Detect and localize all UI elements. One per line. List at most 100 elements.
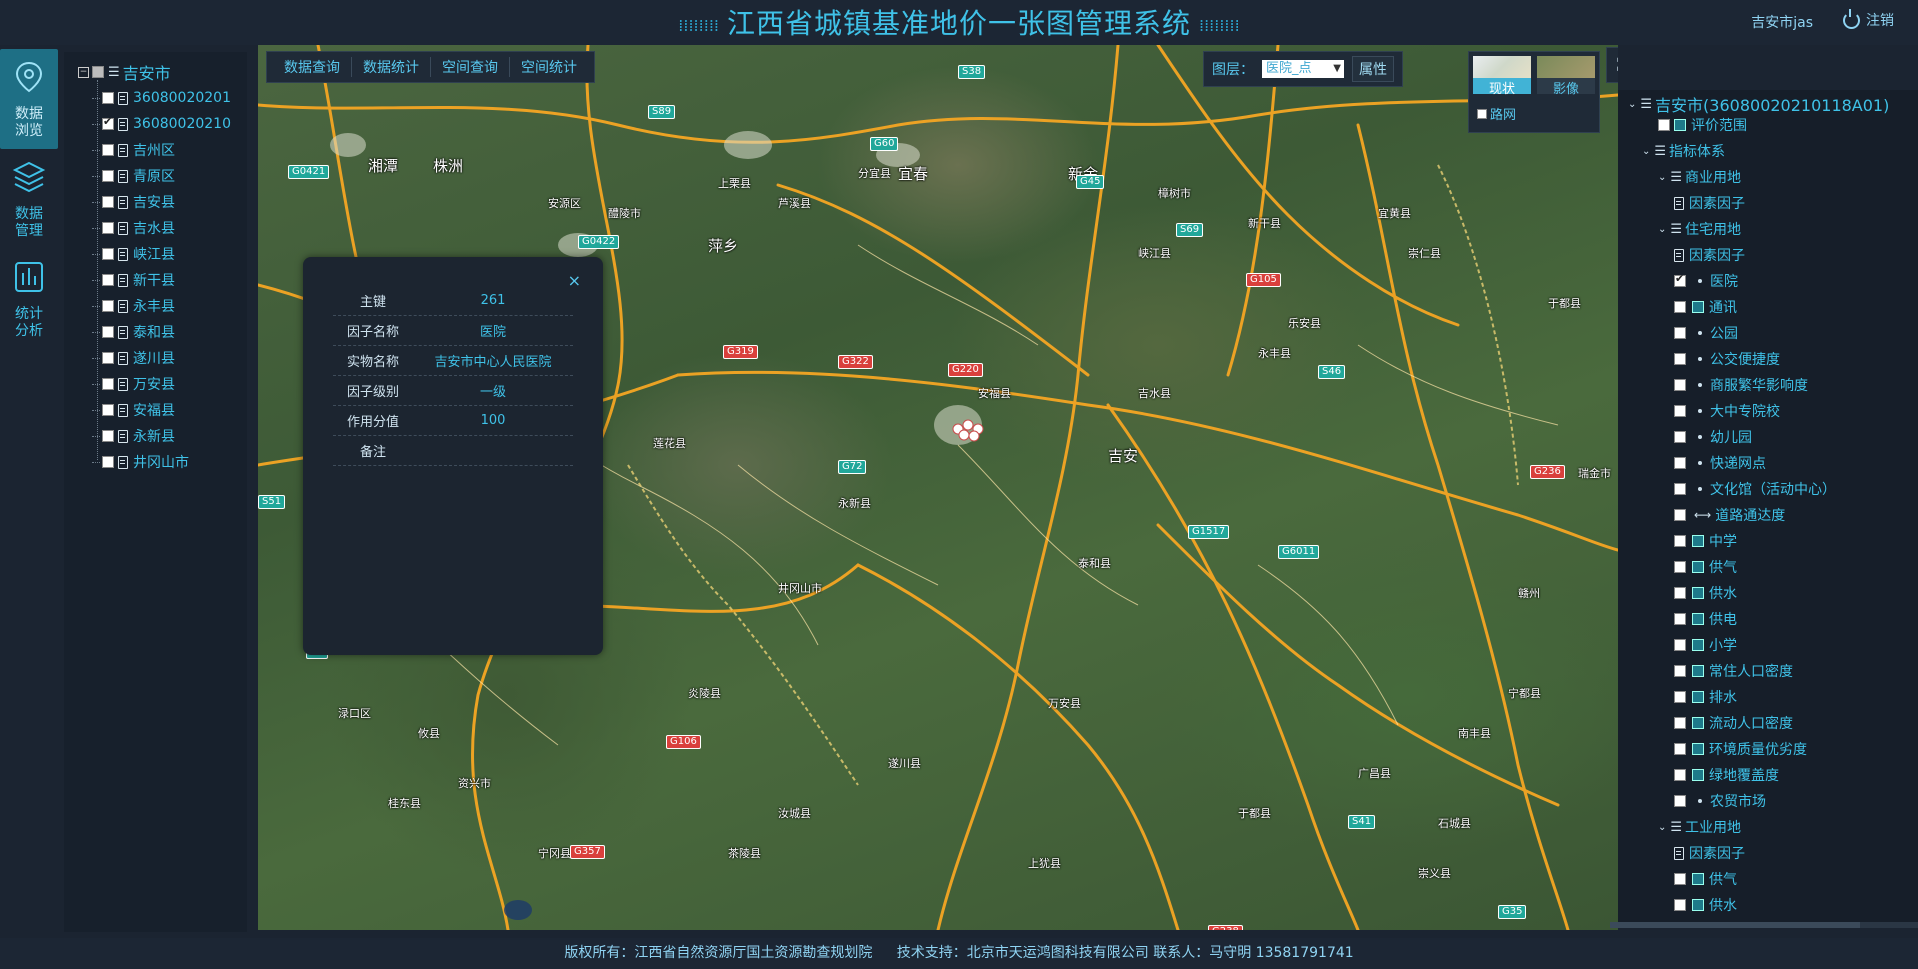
tree-item-checkbox[interactable] [102, 248, 114, 260]
layer-checkbox[interactable] [1674, 431, 1686, 443]
tree-item[interactable]: 吉水县 [92, 218, 175, 238]
basemap-current[interactable]: 现状 [1473, 56, 1531, 97]
tree-item[interactable]: 吉州区 [92, 140, 175, 160]
layer-tree-item[interactable]: 供水 [1674, 583, 1737, 603]
tree-item-checkbox[interactable] [102, 170, 114, 182]
chevron-down-icon[interactable]: ⌄ [1658, 172, 1666, 183]
roadnet-toggle[interactable]: 路网 [1477, 104, 1516, 123]
layer-tree-item[interactable]: 供气 [1674, 869, 1737, 889]
layer-tree-item[interactable]: 流动人口密度 [1674, 713, 1793, 733]
tree-item[interactable]: 新干县 [92, 270, 175, 290]
tree-item[interactable]: 永新县 [92, 426, 175, 446]
tree-item[interactable]: 峡江县 [92, 244, 175, 264]
layer-tree-item[interactable]: 绿地覆盖度 [1674, 765, 1779, 785]
layer-tree-item[interactable]: 供气 [1674, 557, 1737, 577]
tree-item[interactable]: 吉安县 [92, 192, 175, 212]
layer-tree-item[interactable]: ⌄ ☰ 工业用地 [1658, 817, 1741, 837]
layer-checkbox[interactable] [1674, 457, 1686, 469]
tree-item-checkbox[interactable] [102, 404, 114, 416]
roadnet-checkbox[interactable] [1477, 108, 1487, 119]
layer-tree-item[interactable]: 评价范围 [1658, 115, 1747, 135]
tree-item-checkbox[interactable] [102, 430, 114, 442]
layer-tree-item[interactable]: 常住人口密度 [1674, 661, 1793, 681]
layer-checkbox[interactable] [1674, 561, 1686, 573]
layer-checkbox[interactable] [1674, 483, 1686, 495]
spatial-query-button[interactable]: 空间查询 [431, 57, 510, 77]
layer-tree-item[interactable]: ⌄ ☰ 指标体系 [1642, 141, 1725, 161]
layer-tree-item[interactable]: 排水 [1674, 687, 1737, 707]
layer-checkbox[interactable] [1674, 535, 1686, 547]
layer-tree-item[interactable]: 供电 [1674, 609, 1737, 629]
tree-root[interactable]: − ☰ 吉安市 [78, 62, 171, 83]
tree-item[interactable]: 井冈山市 [92, 452, 189, 472]
fullscreen-icon[interactable]: ⛶ [1611, 55, 1618, 76]
layer-checkbox[interactable] [1674, 769, 1686, 781]
tree-item[interactable]: 36080020201 [92, 88, 231, 108]
nav-data-browse[interactable]: 数据浏览 [0, 49, 58, 149]
attribute-button[interactable]: 属性 [1352, 56, 1394, 82]
layer-tree-item[interactable]: 中学 [1674, 531, 1737, 551]
layer-tree-item[interactable]: 公交便捷度 [1674, 349, 1780, 369]
tree-item-checkbox[interactable] [102, 92, 114, 104]
layer-checkbox[interactable] [1674, 327, 1686, 339]
layer-tree-item[interactable]: 环境质量优劣度 [1674, 739, 1807, 759]
layer-tree-item[interactable]: ⌄ ☰ 住宅用地 [1658, 219, 1741, 239]
layer-tree-item[interactable]: 因素因子 [1674, 245, 1745, 265]
layer-checkbox[interactable] [1674, 509, 1686, 521]
tree-root-checkbox[interactable] [92, 66, 104, 78]
horizontal-scrollbar[interactable] [1610, 922, 1918, 928]
layer-tree-item[interactable]: ⌄ ☰ 商业用地 [1658, 167, 1741, 187]
tree-item-checkbox[interactable] [102, 144, 114, 156]
scrollbar-thumb[interactable] [1610, 922, 1860, 928]
layer-checkbox[interactable] [1658, 119, 1670, 131]
chevron-down-icon[interactable]: ⌄ [1642, 146, 1650, 157]
layer-tree-item[interactable]: 医院 [1674, 271, 1738, 291]
layer-checkbox[interactable] [1674, 613, 1686, 625]
tree-item[interactable]: 36080020210 [92, 114, 231, 134]
layer-checkbox[interactable] [1674, 405, 1686, 417]
data-statistics-button[interactable]: 数据统计 [352, 57, 431, 77]
tree-item[interactable]: 青原区 [92, 166, 175, 186]
tree-item-checkbox[interactable] [102, 300, 114, 312]
tree-item-checkbox[interactable] [102, 456, 114, 468]
tree-item[interactable]: 永丰县 [92, 296, 175, 316]
tree-item[interactable]: 遂川县 [92, 348, 175, 368]
layer-checkbox[interactable] [1674, 639, 1686, 651]
logout-button[interactable]: 注销 [1843, 8, 1894, 30]
nav-statistics[interactable]: 统计分析 [0, 249, 58, 349]
chevron-down-icon[interactable]: ⌄ [1628, 99, 1636, 110]
layer-tree-item[interactable]: 商服繁华影响度 [1674, 375, 1808, 395]
layer-tree-item[interactable]: 公园 [1674, 323, 1738, 343]
collapse-icon[interactable]: − [78, 66, 89, 78]
tree-item-checkbox[interactable] [102, 274, 114, 286]
layer-tree-item[interactable]: 因素因子 [1674, 193, 1745, 213]
layer-tree-item[interactable]: 幼儿园 [1674, 427, 1752, 447]
tree-item-checkbox[interactable] [102, 378, 114, 390]
chevron-down-icon[interactable]: ⌄ [1658, 224, 1666, 235]
layer-checkbox[interactable] [1674, 587, 1686, 599]
layer-tree-item[interactable]: ⟷ 道路通达度 [1674, 505, 1785, 525]
layer-checkbox[interactable] [1674, 717, 1686, 729]
tree-item[interactable]: 安福县 [92, 400, 175, 420]
layer-tree-item[interactable]: 农贸市场 [1674, 791, 1766, 811]
layer-tree-root[interactable]: ⌄ ☰ 吉安市(36080020210118A01) [1628, 94, 1889, 115]
layer-checkbox[interactable] [1674, 301, 1686, 313]
layer-checkbox[interactable] [1674, 379, 1686, 391]
layer-checkbox[interactable] [1674, 665, 1686, 677]
layer-tree-item[interactable]: 供水 [1674, 895, 1737, 915]
tree-item-checkbox[interactable] [102, 115, 114, 130]
tree-item-checkbox[interactable] [102, 352, 114, 364]
spatial-statistics-button[interactable]: 空间统计 [510, 57, 588, 77]
layer-tree-item[interactable]: 文化馆（活动中心） [1674, 479, 1836, 499]
tree-item[interactable]: 万安县 [92, 374, 175, 394]
layer-tree-item[interactable]: 通讯 [1674, 297, 1737, 317]
layer-checkbox[interactable] [1674, 743, 1686, 755]
layer-checkbox[interactable] [1674, 899, 1686, 911]
current-user[interactable]: 吉安市jas [1751, 12, 1813, 32]
tree-item-checkbox[interactable] [102, 326, 114, 338]
layer-checkbox[interactable] [1674, 353, 1686, 365]
tree-item[interactable]: 泰和县 [92, 322, 175, 342]
layer-checkbox[interactable] [1674, 795, 1686, 807]
chevron-down-icon[interactable]: ⌄ [1658, 822, 1666, 833]
layer-select[interactable]: 医院_点 ▼ [1262, 60, 1344, 78]
